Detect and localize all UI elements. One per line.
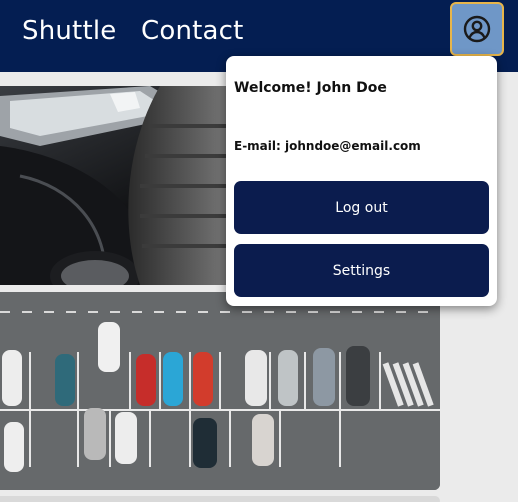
user-name: John Doe [316,80,387,96]
welcome-message: Welcome! John Doe [234,80,387,96]
profile-button[interactable] [450,2,504,56]
next-card-image [0,496,440,502]
logout-button[interactable]: Log out [234,181,489,234]
settings-button[interactable]: Settings [234,244,489,297]
email-value: johndoe@email.com [285,139,421,153]
user-circle-icon [463,15,491,43]
welcome-prefix: Welcome! [234,80,312,96]
email-prefix: E-mail: [234,139,281,153]
parking-photo [0,292,440,490]
email-info: E-mail: johndoe@email.com [234,139,421,153]
nav-link-contact[interactable]: Contact [141,14,244,48]
nav-link-shuttle[interactable]: Shuttle [22,14,116,48]
parking-lot-image [0,292,440,490]
profile-dropdown: Welcome! John Doe E-mail: johndoe@email.… [226,56,497,306]
